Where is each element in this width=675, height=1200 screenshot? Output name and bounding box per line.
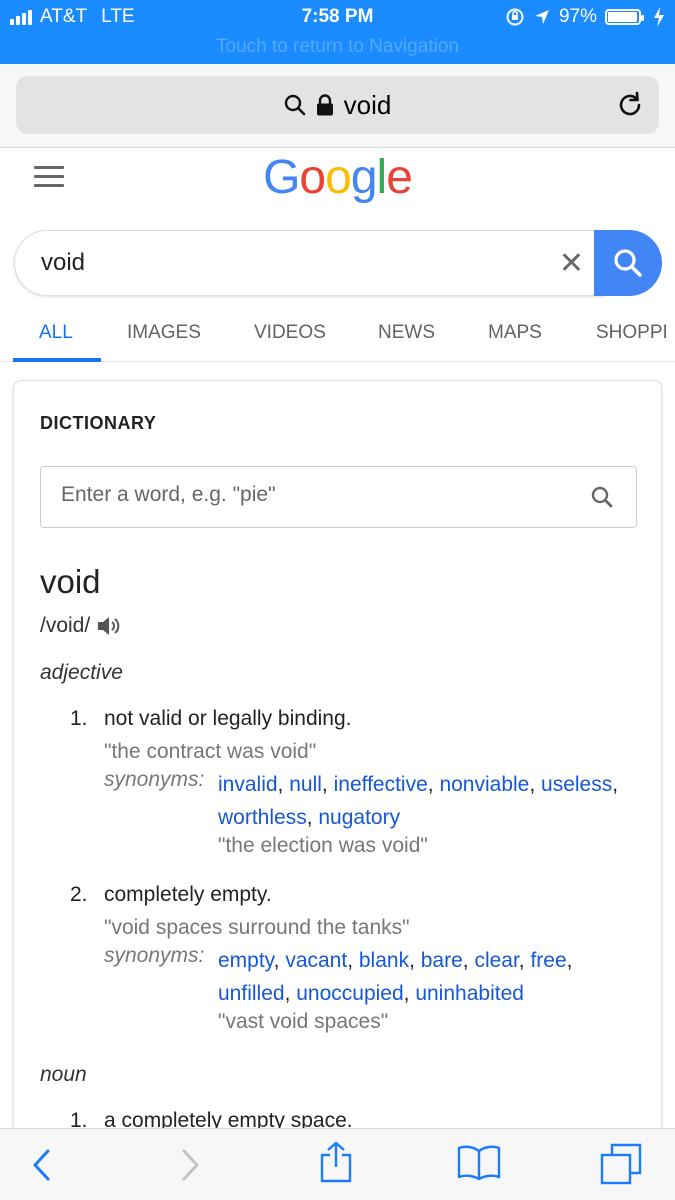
tab-maps[interactable]: MAPS <box>488 322 542 344</box>
synonyms-row: synonyms: invalid, null, ineffective, no… <box>104 768 618 857</box>
synonym-link[interactable]: blank <box>359 949 409 972</box>
reload-icon[interactable] <box>615 90 645 120</box>
headword: void <box>40 563 101 600</box>
browser-address-area: void <box>0 64 675 148</box>
synonym-separator: , <box>529 773 542 796</box>
synonym-separator: , <box>273 949 286 972</box>
lock-icon <box>316 94 333 116</box>
tab-news[interactable]: NEWS <box>378 322 435 344</box>
synonym-separator: , <box>277 773 290 796</box>
part-of-speech: noun <box>40 1063 87 1086</box>
synonym-separator: , <box>612 773 619 796</box>
search-tabs: ALL IMAGES VIDEOS NEWS MAPS SHOPPI <box>0 300 675 362</box>
logo-letter: o <box>325 151 352 204</box>
search-button[interactable] <box>594 230 662 296</box>
url-text: void <box>343 89 392 120</box>
sense-number: 2. <box>70 883 88 906</box>
synonym-separator: , <box>347 949 359 972</box>
tab-images[interactable]: IMAGES <box>127 322 201 344</box>
synonym-link[interactable]: clear <box>474 949 518 972</box>
logo-letter: o <box>299 151 326 204</box>
synonym-separator: , <box>518 949 531 972</box>
usage-example: "the contract was void" <box>104 740 317 763</box>
battery-icon <box>605 9 644 25</box>
charging-bolt-icon <box>654 7 664 27</box>
search-icon[interactable] <box>590 485 614 509</box>
bookmarks-icon[interactable] <box>456 1143 502 1181</box>
search-icon <box>614 249 642 277</box>
synonym-separator: , <box>284 982 297 1005</box>
synonym-link[interactable]: uninhabited <box>415 982 524 1005</box>
synonym-link[interactable]: empty <box>218 949 274 972</box>
synonym-link[interactable]: invalid <box>218 773 278 796</box>
synonym-link[interactable]: unfilled <box>218 982 285 1005</box>
logo-letter: l <box>376 151 388 204</box>
synonym-list: invalid, null, ineffective, nonviable, u… <box>218 768 648 834</box>
synonym-separator: , <box>462 949 475 972</box>
synonym-link[interactable]: nugatory <box>318 806 400 829</box>
synonym-separator: , <box>306 806 319 829</box>
synonym-link[interactable]: worthless <box>218 806 307 829</box>
dictionary-title: DICTIONARY <box>40 413 157 433</box>
synonyms-label: synonyms: <box>104 768 205 791</box>
dictionary-card: DICTIONARY void /void/ adjective 1. not … <box>13 380 662 1140</box>
search-icon <box>284 94 305 116</box>
part-of-speech: adjective <box>40 661 123 684</box>
search-input[interactable]: void ✕ <box>14 230 604 296</box>
address-bar[interactable]: void <box>16 76 659 134</box>
dictionary-search-field[interactable] <box>40 466 637 528</box>
share-icon[interactable] <box>318 1141 354 1183</box>
synonym-separator: , <box>566 949 573 972</box>
synonym-link[interactable]: null <box>289 773 322 796</box>
forward-icon[interactable] <box>178 1147 202 1183</box>
google-header: Google <box>0 148 675 230</box>
synonym-example: "the election was void" <box>218 834 428 857</box>
synonym-list: empty, vacant, blank, bare, clear, free,… <box>218 944 648 1010</box>
synonym-link[interactable]: free <box>530 949 566 972</box>
browser-toolbar <box>0 1128 675 1200</box>
tab-all[interactable]: ALL <box>39 322 73 344</box>
location-arrow-icon <box>534 10 549 24</box>
speaker-icon[interactable] <box>96 614 122 638</box>
synonym-separator: , <box>403 982 416 1005</box>
usage-example: "void spaces surround the tanks" <box>104 916 410 939</box>
back-icon[interactable] <box>30 1147 54 1183</box>
tab-shopping[interactable]: SHOPPI <box>596 322 668 344</box>
synonym-link[interactable]: nonviable <box>439 773 529 796</box>
search-query: void <box>41 249 86 276</box>
synonym-link[interactable]: ineffective <box>334 773 428 796</box>
dictionary-input[interactable] <box>61 483 561 507</box>
active-tab-indicator <box>13 358 101 362</box>
synonym-link[interactable]: bare <box>421 949 463 972</box>
synonym-link[interactable]: vacant <box>285 949 347 972</box>
status-bar: AT&T LTE 7:58 PM 97% Touch to return to … <box>0 0 675 64</box>
battery-percent: 97% <box>558 6 597 27</box>
sense-number: 1. <box>70 707 88 730</box>
logo-letter: G <box>263 151 300 204</box>
synonyms-label: synonyms: <box>104 944 205 967</box>
clear-icon[interactable]: ✕ <box>559 249 584 279</box>
synonym-separator: , <box>427 773 440 796</box>
synonym-separator: , <box>409 949 421 972</box>
synonym-example: "vast void spaces" <box>218 1010 389 1033</box>
definition-text: not valid or legally binding. <box>104 707 352 730</box>
definition-text: completely empty. <box>104 883 272 906</box>
search-row: void ✕ <box>14 230 662 298</box>
phonetic: /void/ <box>40 614 122 638</box>
google-logo[interactable]: Google <box>0 150 675 205</box>
synonym-link[interactable]: useless <box>541 773 612 796</box>
synonyms-row: synonyms: empty, vacant, blank, bare, cl… <box>104 944 573 1033</box>
tabs-icon[interactable] <box>600 1143 642 1185</box>
synonym-link[interactable]: unoccupied <box>296 982 403 1005</box>
return-to-navigation-banner[interactable]: Touch to return to Navigation <box>0 36 675 58</box>
synonym-separator: , <box>321 773 334 796</box>
logo-letter: e <box>386 151 413 204</box>
rotation-lock-icon <box>506 8 524 26</box>
tab-videos[interactable]: VIDEOS <box>254 322 326 344</box>
phonetic-text: /void/ <box>40 614 91 637</box>
logo-letter: g <box>350 151 378 204</box>
